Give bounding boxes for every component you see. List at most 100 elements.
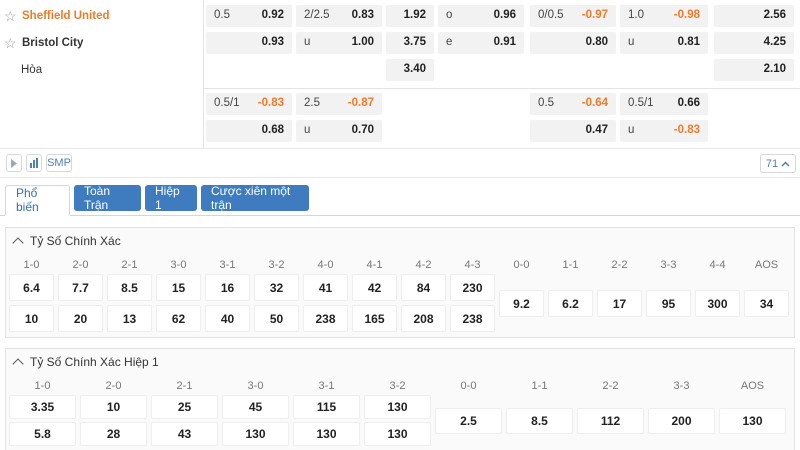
score-odds-cell[interactable]: 115	[293, 395, 360, 419]
odds-value: -0.98	[673, 9, 700, 21]
smp-label: SMP	[47, 157, 71, 169]
odds-cell-1x2-ht[interactable]: 4.25	[714, 32, 794, 54]
odds-cell-handicap-ht-alt[interactable]: 0.5 -0.64	[530, 93, 616, 115]
score-odds-cell[interactable]: 208	[401, 305, 446, 332]
odds-cell-handicap-ht[interactable]: 0.80	[530, 32, 616, 54]
odds-cell-handicap-ht[interactable]: 0/0.5 -0.97	[530, 5, 616, 27]
odds-cell-oddeven[interactable]: e 0.91	[438, 32, 524, 54]
score-odds-cell[interactable]: 9.2	[499, 290, 544, 317]
score-odds-cell[interactable]: 165	[352, 305, 397, 332]
chevron-up-icon	[781, 160, 790, 167]
score-odds-cell[interactable]: 45	[222, 395, 289, 419]
score-column-header: 1-1	[562, 259, 579, 271]
odds-value: 0.92	[261, 9, 284, 21]
section-header[interactable]: Tỷ Số Chính Xác	[12, 234, 121, 249]
odds-cell-overunder-ht-alt[interactable]: u -0.83	[620, 120, 708, 142]
score-odds-cell[interactable]: 50	[254, 305, 299, 332]
tab-full-match[interactable]: Toàn Trận	[74, 184, 141, 212]
odds-cell-handicap-alt[interactable]: 0.68	[206, 120, 292, 142]
score-odds-cell[interactable]: 130	[719, 408, 786, 434]
tab-popular[interactable]: Phổ biến	[5, 185, 70, 216]
score-odds-cell[interactable]: 5.8	[9, 422, 76, 446]
odds-value: -0.87	[347, 97, 374, 109]
tab-same-game-parlay[interactable]: Cược xiên một trận	[201, 184, 309, 212]
odds-cell-1x2-ht-draw[interactable]: 2.10	[714, 59, 794, 81]
smp-button[interactable]: SMP	[46, 154, 72, 172]
odds-cell-overunder[interactable]: 2/2.5 0.83	[296, 5, 382, 27]
score-odds-cell[interactable]: 42	[352, 274, 397, 301]
odds-cell-1x2-draw[interactable]: 3.40	[386, 59, 434, 81]
score-odds-cell[interactable]: 200	[648, 408, 715, 434]
odds-cell-overunder-ht-alt[interactable]: 0.5/1 0.66	[620, 93, 708, 115]
score-odds-cell[interactable]: 6.2	[548, 290, 593, 317]
more-markets-button[interactable]: 71	[760, 154, 796, 173]
score-odds-cell[interactable]: 25	[151, 395, 218, 419]
score-odds-cell[interactable]: 10	[80, 395, 147, 419]
score-odds-cell[interactable]: 16	[205, 274, 250, 301]
score-odds-cell[interactable]: 41	[303, 274, 348, 301]
score-odds-cell[interactable]: 10	[9, 305, 54, 332]
stats-chart-icon[interactable]	[26, 154, 42, 172]
score-odds-cell[interactable]: 7.7	[58, 274, 103, 301]
score-odds-cell[interactable]: 3.35	[9, 395, 76, 419]
score-column-header: 3-3	[660, 259, 677, 271]
score-odds-cell[interactable]: 230	[450, 274, 495, 301]
score-odds-cell[interactable]: 17	[597, 290, 642, 317]
odds-cell-1x2[interactable]: 3.75	[386, 32, 434, 54]
score-odds-cell[interactable]: 8.5	[506, 408, 573, 434]
score-odds-cell[interactable]: 112	[577, 408, 644, 434]
score-odds-cell[interactable]: 84	[401, 274, 446, 301]
score-odds-cell[interactable]: 130	[222, 422, 289, 446]
score-odds-cell[interactable]: 238	[303, 305, 348, 332]
odds-cell-handicap-alt[interactable]: 0.5/1 -0.83	[206, 93, 292, 115]
score-odds-cell[interactable]: 62	[156, 305, 201, 332]
tab-first-half[interactable]: Hiệp 1	[145, 184, 197, 212]
score-odds-cell[interactable]: 300	[695, 290, 740, 317]
odds-cell-overunder-ht[interactable]: 1.0 -0.98	[620, 5, 708, 27]
odds-value: 0.91	[493, 36, 516, 48]
section-header[interactable]: Tỷ Số Chính Xác Hiệp 1	[12, 355, 159, 370]
odds-cell-handicap[interactable]: 0.5 0.92	[206, 5, 292, 27]
score-odds-cell[interactable]: 130	[364, 422, 431, 446]
score-odds-cell[interactable]: 130	[364, 395, 431, 419]
score-odds-cell[interactable]: 34	[744, 290, 789, 317]
score-odds-cell[interactable]: 238	[450, 305, 495, 332]
away-team-name[interactable]: Bristol City	[22, 37, 83, 49]
odds-cell-1x2-ht[interactable]: 2.56	[714, 5, 794, 27]
odds-value: -0.83	[257, 97, 284, 109]
odds-cell-handicap[interactable]: 0.93	[206, 32, 292, 54]
score-odds-cell[interactable]: 130	[293, 422, 360, 446]
section-title: Tỷ Số Chính Xác Hiệp 1	[30, 355, 159, 369]
score-odds-cell[interactable]: 95	[646, 290, 691, 317]
score-odds-cell[interactable]: 6.4	[9, 274, 54, 301]
score-column-header: 3-1	[219, 259, 236, 271]
odds-cell-1x2[interactable]: 1.92	[386, 5, 434, 27]
odds-line: 0/0.5	[538, 9, 564, 21]
odds-value: -0.83	[673, 124, 700, 136]
odds-cell-overunder-alt[interactable]: 2.5 -0.87	[296, 93, 382, 115]
score-odds-cell[interactable]: 8.5	[107, 274, 152, 301]
score-odds-cell[interactable]: 15	[156, 274, 201, 301]
score-odds-cell[interactable]: 32	[254, 274, 299, 301]
score-odds-cell[interactable]: 43	[151, 422, 218, 446]
odds-cell-overunder-ht[interactable]: u 0.81	[620, 32, 708, 54]
score-odds-cell[interactable]: 13	[107, 305, 152, 332]
odds-cell-handicap-ht-alt[interactable]: 0.47	[530, 120, 616, 142]
score-odds-cell[interactable]: 2.5	[435, 408, 502, 434]
score-column-header: 3-1	[318, 380, 335, 392]
score-column-header: 3-3	[673, 380, 690, 392]
score-column-header: 3-2	[389, 380, 406, 392]
odds-cell-oddeven[interactable]: o 0.96	[438, 5, 524, 27]
play-icon[interactable]	[6, 154, 22, 172]
score-odds-cell[interactable]: 28	[80, 422, 147, 446]
odds-cell-overunder-alt[interactable]: u 0.70	[296, 120, 382, 142]
star-icon[interactable]: ☆	[4, 36, 20, 50]
odds-cell-overunder[interactable]: u 1.00	[296, 32, 382, 54]
odds-line: u	[304, 36, 311, 48]
score-odds-cell[interactable]: 40	[205, 305, 250, 332]
score-odds-cell[interactable]: 20	[58, 305, 103, 332]
star-icon[interactable]: ☆	[4, 9, 20, 23]
home-team-name[interactable]: Sheffield United	[22, 10, 110, 22]
odds-value: 4.25	[763, 36, 786, 48]
draw-label: Hòa	[21, 64, 43, 76]
